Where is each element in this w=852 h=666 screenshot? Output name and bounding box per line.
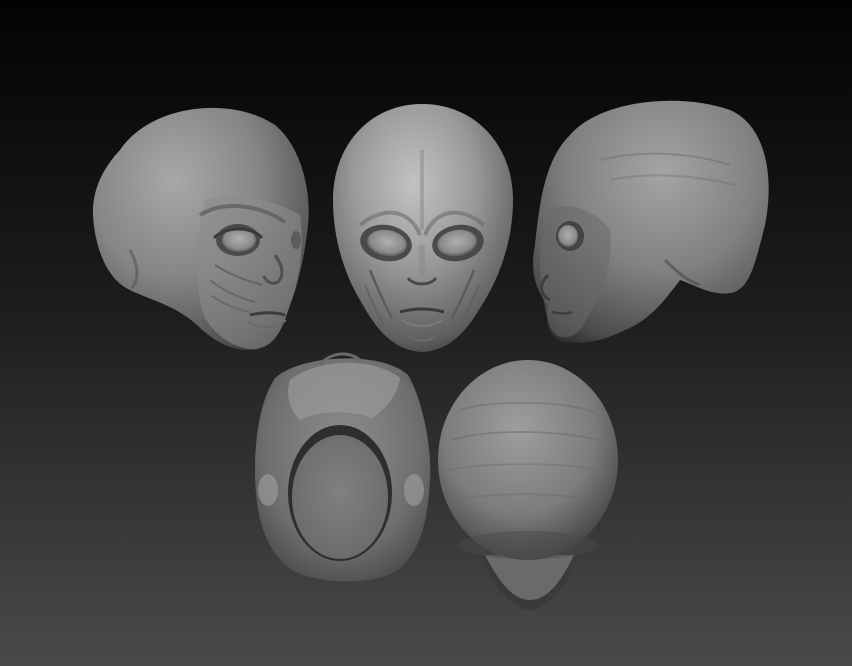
head-bottom-icon xyxy=(255,352,431,582)
zbrush-viewport xyxy=(0,0,852,666)
render-canvas xyxy=(0,0,852,666)
